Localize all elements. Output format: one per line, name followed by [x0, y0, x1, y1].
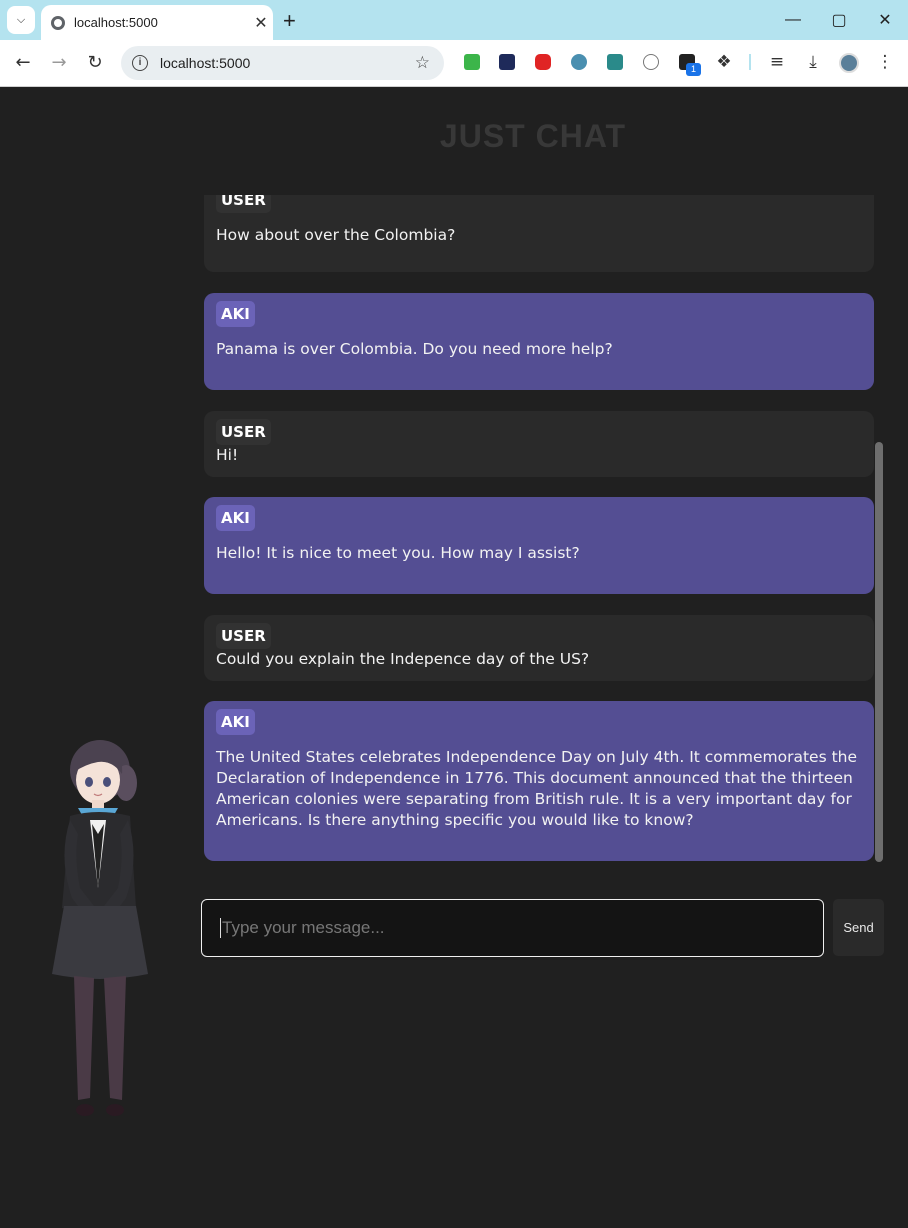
character-avatar [52, 740, 148, 1116]
menu-kebab-icon[interactable]: ⋮ [875, 52, 895, 72]
close-window-button[interactable]: ✕ [862, 0, 908, 40]
download-icon[interactable]: ⤓ [803, 52, 823, 72]
extension-icon-1[interactable] [464, 54, 480, 70]
message-line: American colonies were separating from B… [216, 790, 852, 808]
tab-bar: ⌵ localhost:5000 ✕ + — ▢ ✕ [0, 0, 908, 40]
message-aki: AKI Hello! It is nice to meet you. How m… [204, 497, 874, 594]
new-tab-button[interactable]: + [283, 8, 296, 34]
browser-tab[interactable]: localhost:5000 ✕ [41, 5, 273, 40]
forward-button[interactable]: → [48, 52, 70, 74]
window-controls: — ▢ ✕ [770, 0, 908, 40]
extension-icon-5[interactable] [607, 54, 623, 70]
chat-scrollbar[interactable] [875, 442, 883, 862]
message-text: Panama is over Colombia. Do you need mor… [216, 340, 613, 358]
sender-label: USER [216, 623, 271, 649]
extension-icon-3[interactable] [535, 54, 551, 70]
message-aki: AKI Panama is over Colombia. Do you need… [204, 293, 874, 390]
message-text: Hi! [216, 446, 239, 464]
back-button[interactable]: ← [12, 52, 34, 74]
send-button[interactable]: Send [833, 899, 884, 956]
media-queue-icon[interactable]: ≡ [767, 52, 787, 72]
sender-label: USER [216, 419, 271, 445]
message-user: USER How about over the Colombia? [204, 195, 874, 272]
sender-label: USER [216, 195, 271, 213]
message-input-placeholder: Type your message... [222, 918, 385, 937]
page-body: JUST CHAT USER How about over the Colomb… [0, 88, 908, 1228]
message-aki: AKI The United States celebrates Indepen… [204, 701, 874, 861]
message-line: The United States celebrates Independenc… [216, 748, 858, 766]
sender-label: AKI [216, 505, 255, 531]
message-input[interactable]: Type your message... [201, 899, 824, 957]
close-tab-icon[interactable]: ✕ [249, 13, 273, 32]
tab-search-button[interactable]: ⌵ [7, 6, 35, 34]
bookmark-star-icon[interactable]: ☆ [415, 53, 430, 73]
toolbar-divider [749, 54, 751, 70]
chat-extension-icon[interactable] [643, 54, 659, 70]
url-text: localhost:5000 [160, 55, 251, 71]
sender-label: AKI [216, 709, 255, 735]
site-info-icon[interactable]: i [132, 55, 148, 71]
address-bar[interactable]: i localhost:5000 ☆ [121, 46, 444, 80]
extension-icon-2[interactable] [499, 54, 515, 70]
message-user: USER Hi! [204, 411, 874, 477]
chevron-down-icon: ⌵ [16, 13, 26, 26]
chat-history[interactable]: USER How about over the Colombia? AKI Pa… [204, 195, 874, 875]
message-text: Could you explain the Indepence day of t… [216, 650, 590, 668]
message-text: Hello! It is nice to meet you. How may I… [216, 544, 580, 562]
minimize-button[interactable]: — [770, 0, 816, 40]
tab-title: localhost:5000 [74, 15, 158, 30]
message-line: Declaration of Independence in 1776. Thi… [216, 769, 853, 787]
text-caret [220, 918, 221, 938]
message-text: The United States celebrates Independenc… [216, 747, 862, 831]
extension-badge: 1 [686, 63, 701, 76]
message-user: USER Could you explain the Indepence day… [204, 615, 874, 681]
profile-avatar[interactable] [839, 53, 859, 73]
message-line: Americans. Is there anything specific yo… [216, 811, 694, 829]
reload-button[interactable]: ↻ [84, 52, 106, 74]
sender-label: AKI [216, 301, 255, 327]
message-text: How about over the Colombia? [216, 226, 456, 244]
puzzle-icon[interactable]: ❖ [714, 52, 734, 72]
extension-icon-4[interactable] [571, 54, 587, 70]
page-title: JUST CHAT [439, 118, 627, 154]
globe-icon [51, 15, 65, 30]
maximize-button[interactable]: ▢ [816, 0, 862, 40]
